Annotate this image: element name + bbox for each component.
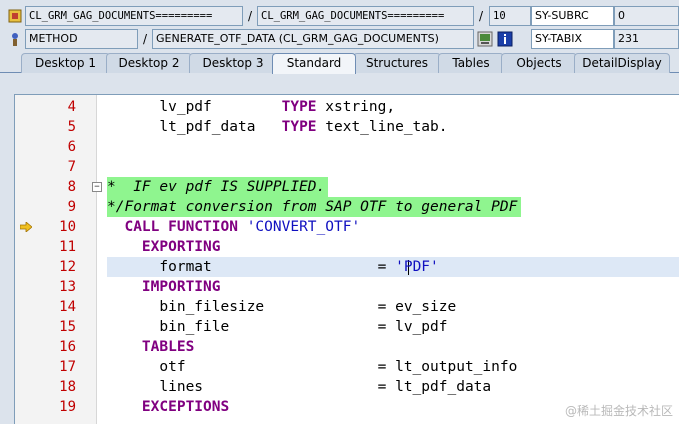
code-text: TABLES — [141, 339, 195, 355]
code-text: lt_pdf_data TYPE text_line_tab. — [159, 119, 448, 135]
code-line[interactable]: 9 */Format conversion from SAP OTF to gen… — [15, 197, 679, 217]
line-number: 9 — [67, 199, 76, 215]
code-text: IMPORTING — [141, 279, 221, 295]
code-line[interactable]: 13 IMPORTING — [15, 277, 679, 297]
code-line[interactable]: 7 — [15, 157, 679, 177]
code-text: lv_pdf TYPE xstring, — [159, 99, 396, 115]
program-info-row: CL_GRM_GAG_DOCUMENTS========= / CL_GRM_G… — [0, 6, 679, 27]
class-icon — [8, 9, 22, 23]
method-icon — [12, 33, 18, 46]
line-number: 6 — [67, 139, 76, 155]
line-number: 17 — [59, 359, 76, 375]
line-number: 14 — [59, 299, 76, 315]
line-number: 5 — [67, 119, 76, 135]
source-code-editor[interactable]: 4 lv_pdf TYPE xstring, 5 lt_pdf_data TYPE… — [14, 94, 679, 424]
line-number: 4 — [67, 99, 76, 115]
code-line[interactable]: 15 bin_file = lv_pdf — [15, 317, 679, 337]
line-number: 10 — [59, 219, 76, 235]
event-type-field[interactable]: METHOD — [25, 29, 138, 49]
event-info-row: METHOD / GENERATE_OTF_DATA (CL_GRM_GAG_D… — [0, 29, 679, 50]
code-line[interactable]: 16 TABLES — [15, 337, 679, 357]
watermark: @稀土掘金技术社区 — [564, 404, 673, 418]
code-line[interactable]: 12 format = 'PDF' — [15, 257, 679, 277]
code-line[interactable]: 4 lv_pdf TYPE xstring, — [15, 97, 679, 117]
code-line[interactable]: 17 otf = lt_output_info — [15, 357, 679, 377]
tab-detaildisplay[interactable]: DetailDisplay — [574, 53, 670, 73]
include-field[interactable]: CL_GRM_GAG_DOCUMENTS========= — [257, 6, 474, 26]
tab-objects[interactable]: Objects — [501, 53, 577, 73]
line-number: 16 — [59, 339, 76, 355]
code-text: bin_filesize = ev_size — [159, 299, 457, 315]
tab-tables[interactable]: Tables — [438, 53, 504, 73]
tab-desktop-2[interactable]: Desktop 2 — [106, 53, 192, 73]
tab-desktop-1[interactable]: Desktop 1 — [21, 53, 110, 73]
code-line[interactable]: 5 lt_pdf_data TYPE text_line_tab. — [15, 117, 679, 137]
sysfield2-value-field[interactable]: 231 — [614, 29, 679, 49]
code-line[interactable]: 18 lines = lt_pdf_data — [15, 377, 679, 397]
info-icon[interactable] — [497, 31, 513, 47]
line-number-field[interactable]: 10 — [489, 6, 531, 26]
sysfield1-value-field[interactable]: 0 — [614, 6, 679, 26]
line-number: 12 — [59, 259, 76, 275]
code-line[interactable]: − 8 * IF ev pdf IS SUPPLIED. — [15, 177, 679, 197]
tab-desktop-3[interactable]: Desktop 3 — [189, 53, 277, 73]
program-field[interactable]: CL_GRM_GAG_DOCUMENTS========= — [25, 6, 243, 26]
line-number: 19 — [59, 399, 76, 415]
code-line[interactable]: 6 — [15, 137, 679, 157]
code-text: format = 'PDF' — [159, 259, 439, 275]
separator: / — [248, 9, 253, 23]
code-text: CALL FUNCTION 'CONVERT_OTF' — [124, 219, 361, 235]
code-text: EXCEPTIONS — [141, 399, 230, 415]
collapse-block-icon[interactable]: − — [92, 182, 102, 192]
line-number: 11 — [59, 239, 76, 255]
desktop-tabstrip: Desktop 1 Desktop 2 Desktop 3 Standard S… — [0, 53, 679, 74]
code-text: */Format conversion from SAP OTF to gene… — [107, 199, 518, 215]
code-text: bin_file = lv_pdf — [159, 319, 448, 335]
code-text: lines = lt_pdf_data — [159, 379, 492, 395]
code-text: otf = lt_output_info — [159, 359, 518, 375]
line-number: 15 — [59, 319, 76, 335]
event-name-field[interactable]: GENERATE_OTF_DATA (CL_GRM_GAG_DOCUMENTS) — [152, 29, 474, 49]
code-text: * IF ev pdf IS SUPPLIED. — [107, 179, 326, 195]
line-number: 18 — [59, 379, 76, 395]
line-number: 13 — [59, 279, 76, 295]
sysfield1-name-field[interactable]: SY-SUBRC — [531, 6, 614, 26]
tab-structures[interactable]: Structures — [353, 53, 441, 73]
line-number: 8 — [67, 179, 76, 195]
separator: / — [479, 9, 484, 23]
code-line[interactable]: 10 CALL FUNCTION 'CONVERT_OTF' — [15, 217, 679, 237]
line-number: 7 — [67, 159, 76, 175]
code-line[interactable]: 14 bin_filesize = ev_size — [15, 297, 679, 317]
display-icon[interactable] — [477, 31, 493, 47]
separator: / — [143, 32, 148, 46]
sysfield2-name-field[interactable]: SY-TABIX — [531, 29, 614, 49]
execution-pointer-icon — [20, 222, 32, 232]
tab-standard[interactable]: Standard — [272, 53, 356, 74]
code-text: EXPORTING — [141, 239, 221, 255]
code-line[interactable]: 11 EXPORTING — [15, 237, 679, 257]
